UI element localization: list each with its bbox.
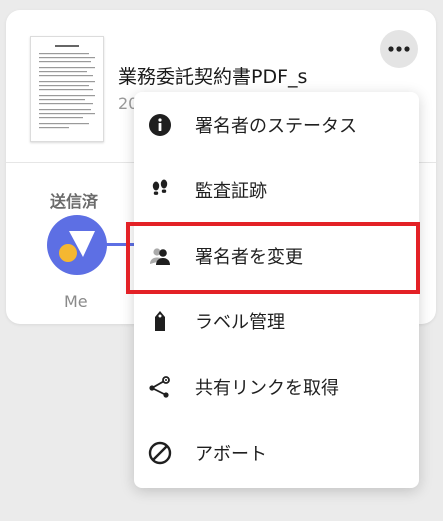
more-horizontal-icon	[388, 46, 410, 52]
menu-item-signer-status[interactable]: 署名者のステータス	[134, 95, 419, 155]
avatar[interactable]	[47, 215, 107, 275]
menu-item-label: 署名者のステータス	[195, 116, 357, 137]
menu-item-abort[interactable]: アボート	[134, 423, 419, 483]
document-title[interactable]: 業務委託契約書PDF_s	[118, 62, 307, 89]
document-thumbnail[interactable]	[30, 36, 104, 142]
menu-item-change-signer[interactable]: 署名者を変更	[134, 226, 419, 286]
sender-avatar-icon	[59, 231, 95, 262]
signer-label: Me	[64, 292, 88, 311]
menu-item-label-management[interactable]: ラベル管理	[134, 291, 419, 351]
menu-item-get-share-link[interactable]: 共有リンクを取得	[134, 357, 419, 417]
menu-item-label: 署名者を変更	[195, 247, 303, 268]
menu-item-label: アボート	[195, 444, 267, 465]
info-icon	[147, 112, 173, 138]
menu-item-label: ラベル管理	[195, 312, 285, 333]
more-options-button[interactable]	[380, 30, 418, 68]
menu-item-label: 監査証跡	[195, 181, 267, 202]
share-icon	[147, 374, 173, 400]
footprints-icon	[147, 177, 173, 203]
person-swap-icon	[147, 243, 173, 269]
status-label: 送信済	[50, 192, 99, 211]
context-menu: 署名者のステータス 監査証跡 署名者を変更 ラベル管理 共有リンクを取得 アボー…	[134, 92, 419, 488]
tag-icon	[147, 308, 173, 334]
menu-item-audit-trail[interactable]: 監査証跡	[134, 160, 419, 220]
block-icon	[147, 440, 173, 466]
menu-item-label: 共有リンクを取得	[195, 378, 339, 399]
